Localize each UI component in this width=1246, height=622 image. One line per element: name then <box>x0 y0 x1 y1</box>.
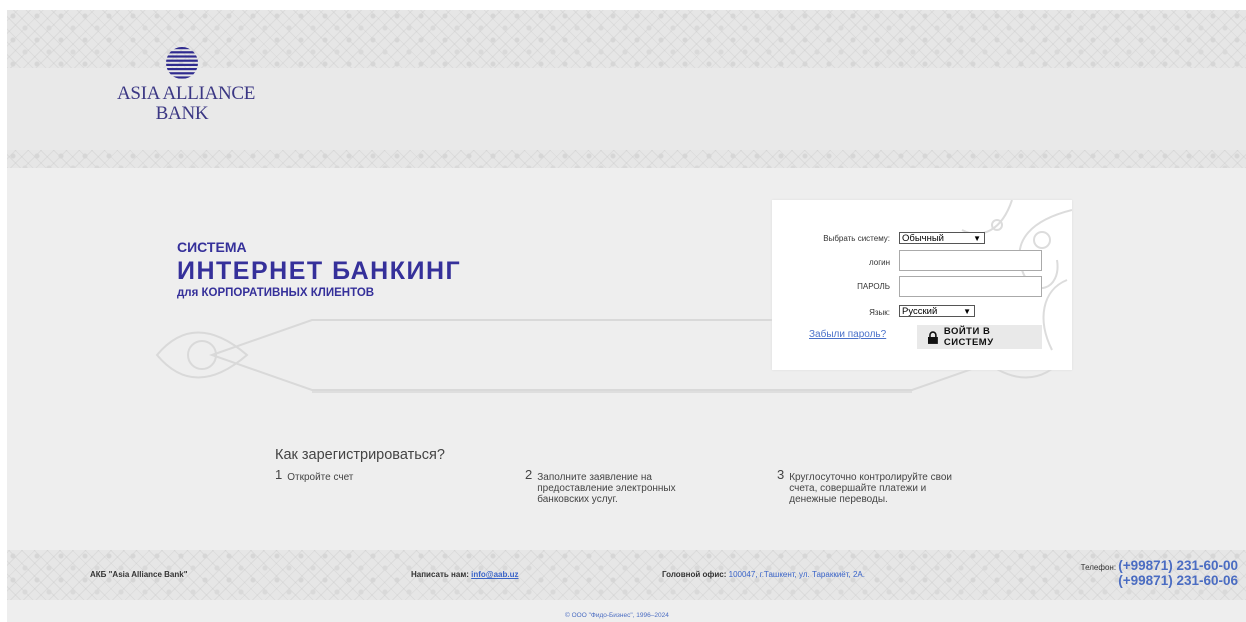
login-input[interactable] <box>899 250 1042 271</box>
phone-2[interactable]: (+99871) 231-60-06 <box>1081 573 1238 588</box>
language-select[interactable]: Русский ▼ <box>899 305 975 317</box>
office-address: 100047, г.Ташкент, ул. Тараккиёт, 2А. <box>728 570 865 579</box>
logo-globe-icon <box>166 47 198 79</box>
office-label: Головной офис: <box>662 570 727 579</box>
hero-subtitle-top: СИСТЕМА <box>177 239 247 255</box>
login-label: логин <box>868 258 890 267</box>
step-text-line: предоставление электронных <box>537 483 676 494</box>
footer-pattern <box>7 550 1246 600</box>
system-label: Выбрать систему: <box>823 234 890 243</box>
forgot-password-link[interactable]: Забыли пароль? <box>809 329 886 340</box>
step-text-line: денежные переводы. <box>789 494 888 505</box>
logo-line1: ASIA ALLIANCE <box>117 83 256 104</box>
phone-label: Телефон: <box>1080 563 1117 572</box>
footer-phones: Телефон: (+99871) 231-60-00 (+99871) 231… <box>1081 558 1238 588</box>
page: ASIA ALLIANCE BANK СИСТЕМА ИНТЕРНЕТ БАНК… <box>7 10 1246 622</box>
header-pattern-bottom <box>7 150 1246 168</box>
step-text-line: Круглосуточно контролируйте свои <box>789 472 952 483</box>
logo-text: ASIA ALLIANCE BANK <box>117 83 256 124</box>
system-select-value: Обычный <box>902 233 944 244</box>
hero-title: ИНТЕРНЕТ БАНКИНГ <box>177 257 462 285</box>
step-3: 3 Круглосуточно контролируйте свои счета… <box>777 468 952 505</box>
step-number: 1 <box>275 467 283 482</box>
header: ASIA ALLIANCE BANK <box>7 10 1246 180</box>
logo-line2: BANK <box>155 103 209 124</box>
email-link[interactable]: info@aab.uz <box>471 570 518 579</box>
step-text: Заполните заявление на предоставление эл… <box>537 472 675 505</box>
hero-subtitle-bottom: для КОРПОРАТИВНЫХ КЛИЕНТОВ <box>177 287 375 299</box>
lock-icon <box>927 330 938 344</box>
chevron-down-icon: ▼ <box>973 234 981 243</box>
step-1: 1 Откройте счет <box>275 468 354 485</box>
chevron-down-icon: ▼ <box>963 307 971 316</box>
step-2: 2 Заполните заявление на предоставление … <box>525 468 676 505</box>
password-input[interactable] <box>899 276 1042 297</box>
write-label: Написать нам: <box>411 570 469 579</box>
language-label: Язык: <box>869 308 890 317</box>
step-text: Откройте счет <box>287 472 354 483</box>
step-number: 3 <box>777 467 785 482</box>
footer-office: Головной офис: 100047, г.Ташкент, ул. Та… <box>662 570 865 579</box>
phone-1[interactable]: (+99871) 231-60-00 <box>1118 558 1238 573</box>
password-label: ПАРОЛЬ <box>857 282 890 291</box>
hero-title-block: СИСТЕМА ИНТЕРНЕТ БАНКИНГ для КОРПОРАТИВН… <box>177 239 461 299</box>
system-select[interactable]: Обычный ▼ <box>899 232 985 244</box>
copyright: © ООО "Фидо-Бизнес", 1996–2024 <box>565 612 669 619</box>
bank-logo[interactable]: ASIA ALLIANCE BANK <box>117 46 256 146</box>
step-number: 2 <box>525 467 533 482</box>
company-name: АКБ "Asia Alliance Bank" <box>90 570 188 579</box>
login-panel: Выбрать систему: Обычный ▼ логин ПАРОЛЬ … <box>772 200 1072 370</box>
login-button-label: ВОЙТИ В СИСТЕМУ <box>943 326 994 348</box>
language-select-value: Русский <box>902 306 938 317</box>
step-text-line: банковских услуг. <box>537 494 618 505</box>
step-text-line: счета, совершайте платежи и <box>789 483 927 494</box>
step-text-line: Заполните заявление на <box>537 472 652 483</box>
step-text: Круглосуточно контролируйте свои счета, … <box>789 472 952 505</box>
login-button[interactable]: ВОЙТИ В СИСТЕМУ <box>917 325 1042 349</box>
footer-contact: Написать нам: info@aab.uz <box>411 570 519 579</box>
how-to-title: Как зарегистрироваться? <box>275 447 445 463</box>
footer: АКБ "Asia Alliance Bank" Написать нам: i… <box>7 550 1246 622</box>
footer-company: АКБ "Asia Alliance Bank" <box>90 570 188 579</box>
